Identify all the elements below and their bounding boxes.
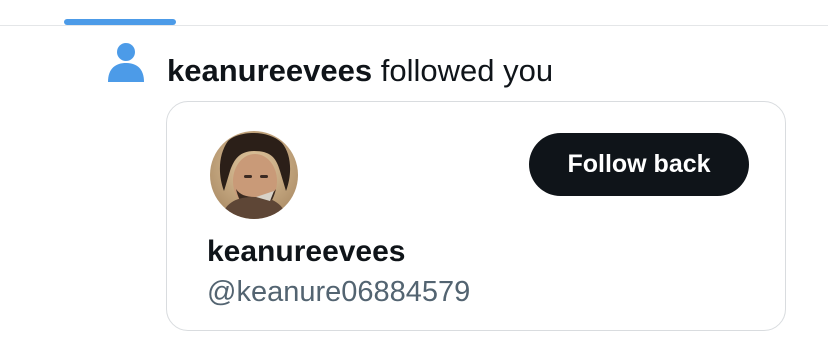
notification-page: keanureevees followed you Follow back ke…	[0, 0, 828, 352]
profile-card[interactable]: Follow back keanureevees @keanure0688457…	[166, 101, 786, 331]
profile-display-name[interactable]: keanureevees	[207, 234, 406, 270]
avatar-image	[210, 131, 298, 219]
avatar[interactable]	[210, 131, 298, 219]
tab-bar-divider	[0, 25, 828, 26]
notification-username[interactable]: keanureevees	[167, 53, 372, 88]
person-icon	[108, 43, 144, 82]
notification-text: keanureevees followed you	[167, 52, 553, 90]
notification-action: followed you	[372, 53, 554, 88]
follow-back-button[interactable]: Follow back	[529, 133, 749, 196]
profile-handle: @keanure06884579	[207, 276, 471, 308]
